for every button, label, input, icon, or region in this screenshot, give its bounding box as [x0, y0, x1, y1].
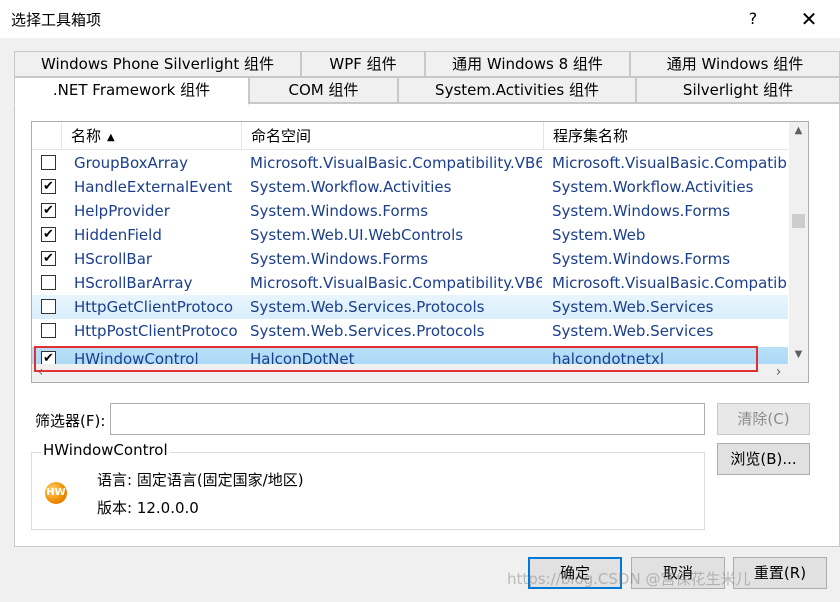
- row-name: HelpProvider: [74, 202, 170, 220]
- row-assembly: System.Windows.Forms: [552, 202, 731, 220]
- vertical-scroll-thumb[interactable]: [792, 214, 805, 228]
- version-info: 版本: 12.0.0.0: [97, 499, 199, 517]
- table-row[interactable]: HttpPostClientProtoco System.Web.Service…: [32, 319, 788, 343]
- help-button[interactable]: ?: [730, 0, 776, 38]
- tab-universal-windows[interactable]: 通用 Windows 组件: [630, 51, 840, 77]
- tab-universal-windows-8[interactable]: 通用 Windows 8 组件: [425, 51, 630, 77]
- row-assembly: System.Windows.Forms: [552, 250, 731, 268]
- row-assembly: Microsoft.VisualBasic.Compatibili: [552, 154, 788, 172]
- filter-input[interactable]: [110, 403, 705, 435]
- row-assembly: System.Workflow.Activities: [552, 178, 754, 196]
- scroll-down-icon[interactable]: ▼: [789, 346, 808, 364]
- scrollbar-corner: [789, 364, 808, 382]
- row-checkbox[interactable]: [41, 299, 56, 314]
- row-name: HttpGetClientProtoco: [74, 298, 234, 316]
- details-groupbox: [31, 452, 705, 530]
- row-namespace: System.Web.UI.WebControls: [250, 226, 464, 244]
- horizontal-scrollbar[interactable]: ‹ ›: [32, 364, 789, 382]
- tab-dotnet-framework[interactable]: .NET Framework 组件: [14, 77, 249, 105]
- row-checkbox[interactable]: ✔: [41, 179, 56, 194]
- table-row[interactable]: GroupBoxArray Microsoft.VisualBasic.Comp…: [32, 151, 788, 175]
- row-name: HScrollBar: [74, 250, 153, 268]
- language-info: 语言: 固定语言(固定国家/地区): [97, 471, 304, 489]
- tab-windows-phone-silverlight[interactable]: Windows Phone Silverlight 组件: [14, 51, 301, 77]
- row-namespace: System.Windows.Forms: [250, 202, 429, 220]
- row-name: HttpPostClientProtoco: [74, 322, 238, 340]
- row-namespace: System.Web.Services.Protocols: [250, 298, 485, 316]
- row-namespace: System.Windows.Forms: [250, 250, 429, 268]
- row-assembly: System.Web: [552, 226, 646, 244]
- row-assembly: Microsoft.VisualBasic.Compatibili: [552, 274, 788, 292]
- row-checkbox[interactable]: ✔: [41, 251, 56, 266]
- header-assembly[interactable]: 程序集名称: [544, 122, 788, 150]
- title-bar: 选择工具箱项 ? ✕: [0, 0, 840, 38]
- row-namespace: System.Workflow.Activities: [250, 178, 452, 196]
- header-name[interactable]: 名称 ▲: [62, 122, 242, 150]
- table-row[interactable]: ✔ HelpProvider System.Windows.Forms Syst…: [32, 199, 788, 223]
- row-namespace: Microsoft.VisualBasic.Compatibility.VB6: [250, 154, 542, 172]
- close-button[interactable]: ✕: [786, 0, 832, 38]
- row-name: GroupBoxArray: [74, 154, 188, 172]
- row-assembly: System.Web.Services: [552, 298, 714, 316]
- tab-com[interactable]: COM 组件: [249, 77, 398, 103]
- row-namespace: System.Web.Services.Protocols: [250, 322, 485, 340]
- scroll-left-icon[interactable]: ‹: [32, 364, 49, 382]
- row-checkbox[interactable]: [41, 323, 56, 338]
- tab-panel: 名称 ▲ 命名空间 程序集名称 GroupBoxArray Microsoft.V…: [14, 103, 840, 547]
- component-list[interactable]: 名称 ▲ 命名空间 程序集名称 GroupBoxArray Microsoft.V…: [31, 121, 809, 383]
- window-title: 选择工具箱项: [11, 11, 102, 29]
- row-name: HScrollBarArray: [74, 274, 193, 292]
- clear-button[interactable]: 清除(C): [717, 403, 810, 435]
- row-checkbox[interactable]: [41, 155, 56, 170]
- tab-silverlight[interactable]: Silverlight 组件: [636, 77, 840, 103]
- component-tabs: Windows Phone Silverlight 组件 WPF 组件 通用 W…: [14, 51, 840, 105]
- row-checkbox[interactable]: ✔: [41, 227, 56, 242]
- column-header: 名称 ▲ 命名空间 程序集名称: [32, 122, 788, 150]
- sort-ascending-icon: ▲: [107, 132, 115, 143]
- header-namespace[interactable]: 命名空间: [242, 122, 544, 150]
- row-checkbox[interactable]: ✔: [41, 203, 56, 218]
- table-row[interactable]: ✔ HScrollBar System.Windows.Forms System…: [32, 247, 788, 271]
- watermark-text: https://blog.CSDN @宫保花生米儿: [507, 570, 751, 588]
- browse-button[interactable]: 浏览(B)...: [717, 443, 810, 475]
- row-name: HandleExternalEvent: [74, 178, 233, 196]
- header-checkbox-col[interactable]: [32, 122, 62, 150]
- table-row[interactable]: ✔ HiddenField System.Web.UI.WebControls …: [32, 223, 788, 247]
- row-namespace: Microsoft.VisualBasic.Compatibility.VB6: [250, 274, 542, 292]
- table-row[interactable]: ✔ HandleExternalEvent System.Workflow.Ac…: [32, 175, 788, 199]
- scroll-up-icon[interactable]: ▲: [789, 122, 808, 140]
- vertical-scrollbar[interactable]: ▲ ▼: [789, 122, 808, 364]
- table-row[interactable]: HScrollBarArray Microsoft.VisualBasic.Co…: [32, 271, 788, 295]
- table-row[interactable]: HttpGetClientProtoco System.Web.Services…: [32, 295, 788, 319]
- halcon-component-icon: HW: [45, 482, 67, 504]
- filter-label: 筛选器(F):: [35, 412, 106, 430]
- row-assembly: System.Web.Services: [552, 322, 714, 340]
- header-name-label: 名称: [71, 127, 102, 145]
- row-name: HiddenField: [74, 226, 162, 244]
- tab-wpf[interactable]: WPF 组件: [301, 51, 425, 77]
- row-checkbox[interactable]: [41, 275, 56, 290]
- tab-system-activities[interactable]: System.Activities 组件: [398, 77, 636, 103]
- details-title: HWindowControl: [41, 441, 170, 459]
- scroll-right-icon[interactable]: ›: [770, 364, 787, 382]
